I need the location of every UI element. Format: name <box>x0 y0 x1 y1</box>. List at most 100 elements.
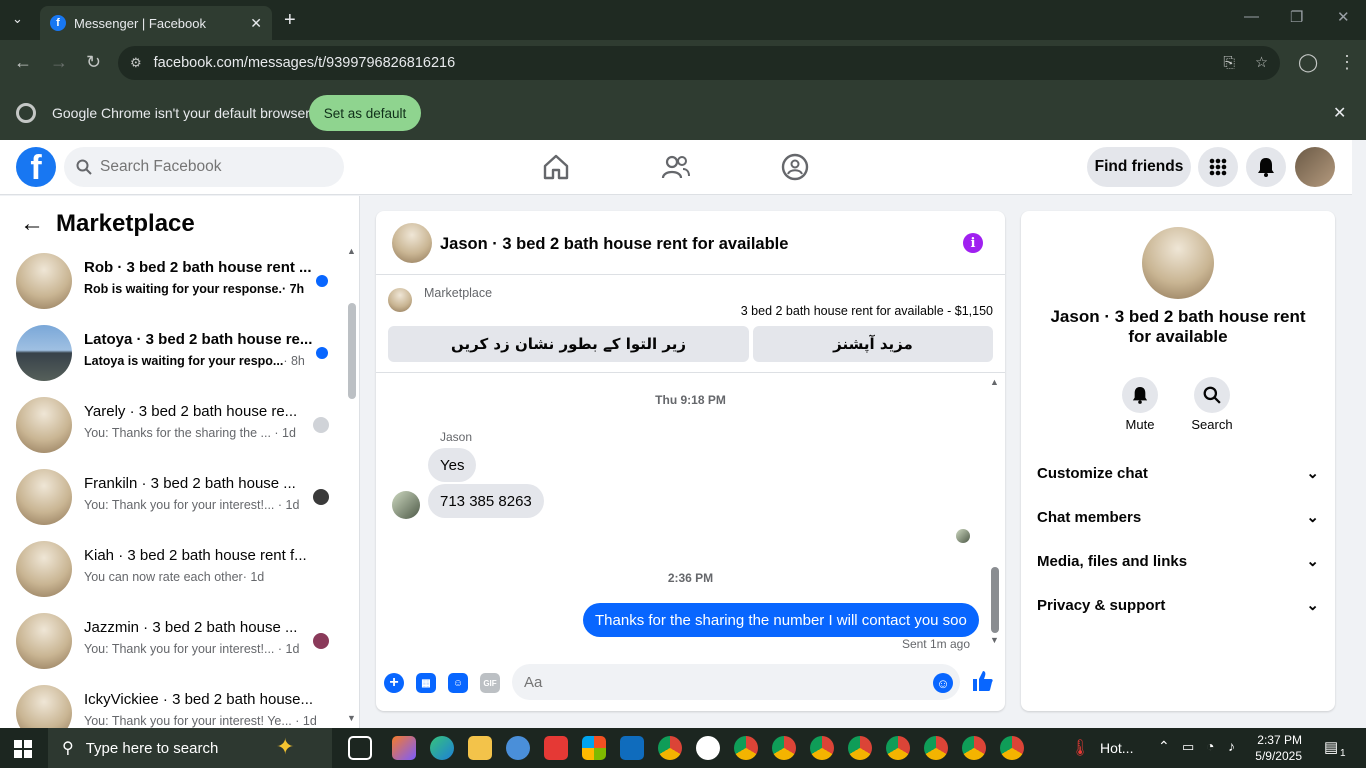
chrome-icon[interactable] <box>886 736 910 760</box>
back-icon[interactable]: ← <box>14 52 32 73</box>
contact-avatar[interactable] <box>1142 227 1214 299</box>
whatsapp-icon[interactable] <box>696 736 720 760</box>
sender-avatar[interactable] <box>392 491 420 519</box>
store-icon[interactable] <box>582 736 606 760</box>
privacy-support-row[interactable]: Privacy & support ⌄ <box>1037 591 1319 619</box>
network-icon[interactable]: ▭ <box>1182 739 1194 755</box>
conversation-item[interactable]: Latoya · 3 bed 2 bath house re... Latoya… <box>0 317 345 389</box>
chat-title[interactable]: Jason · 3 bed 2 bath house rent for avai… <box>440 235 788 254</box>
menu-grid-button[interactable] <box>1198 147 1238 187</box>
tab-search-icon[interactable]: ⌄ <box>12 11 23 27</box>
file-explorer-icon[interactable] <box>468 736 492 760</box>
home-icon[interactable] <box>541 152 571 182</box>
conversation-name: Kiah · 3 bed 2 bath house rent f... <box>84 547 307 564</box>
copilot-icon[interactable] <box>392 736 416 760</box>
chrome-icon[interactable] <box>962 736 986 760</box>
back-arrow-icon[interactable]: ← <box>20 210 44 238</box>
wifi-icon[interactable]: ◔ <box>1206 738 1214 754</box>
restore-icon[interactable]: ❐ <box>1290 8 1303 26</box>
groups-icon[interactable] <box>780 152 810 182</box>
app-icon[interactable] <box>506 736 530 760</box>
chat-avatar[interactable] <box>392 223 432 263</box>
customize-chat-row[interactable]: Customize chat ⌄ <box>1037 459 1319 487</box>
conversation-name: Latoya · 3 bed 2 bath house re... <box>84 331 313 348</box>
edge-icon[interactable] <box>430 736 454 760</box>
page-scrollbar[interactable] <box>1352 140 1366 728</box>
chrome-icon[interactable] <box>772 736 796 760</box>
scroll-down-icon[interactable]: ▼ <box>347 713 356 723</box>
address-bar-row: ⚙ facebook.com/messages/t/93997968268162… <box>0 40 1366 86</box>
incoming-message[interactable]: 713 385 8263 <box>428 484 544 518</box>
incoming-message[interactable]: Yes <box>428 448 477 482</box>
mark-pending-button[interactable]: زیر التوا کے بطور نشان زد کریں <box>388 326 749 362</box>
facebook-logo-icon[interactable]: f <box>16 147 56 187</box>
find-friends-button[interactable]: Find friends <box>1087 147 1191 187</box>
site-info-icon[interactable]: ⚙ <box>130 55 142 71</box>
window-close-icon[interactable]: ✕ <box>1337 8 1350 26</box>
conversation-list-scrollbar[interactable] <box>348 303 356 399</box>
tab-close-icon[interactable]: ✕ <box>250 15 262 32</box>
chrome-icon[interactable] <box>848 736 872 760</box>
install-app-icon[interactable]: ⎘ <box>1223 55 1235 71</box>
thread-scroll-down-icon[interactable]: ▼ <box>990 635 999 645</box>
chat-members-row[interactable]: Chat members ⌄ <box>1037 503 1319 531</box>
plus-icon[interactable]: + <box>384 673 404 693</box>
outlook-icon[interactable] <box>620 736 644 760</box>
scroll-up-icon[interactable]: ▲ <box>347 246 356 256</box>
browser-tab[interactable]: f Messenger | Facebook ✕ <box>40 6 272 40</box>
listing-title-price[interactable]: 3 bed 2 bath house rent for available - … <box>741 304 993 318</box>
facebook-search-input[interactable] <box>100 158 320 176</box>
new-tab-icon[interactable]: + <box>284 9 296 32</box>
conversation-item[interactable]: Kiah · 3 bed 2 bath house rent f... You … <box>0 533 345 605</box>
mute-button[interactable] <box>1122 377 1158 413</box>
bookmark-star-icon[interactable]: ☆ <box>1255 55 1268 71</box>
windows-start-icon[interactable] <box>14 740 32 758</box>
photo-icon[interactable]: ▦ <box>416 673 436 693</box>
emoji-icon[interactable]: ☺ <box>933 673 953 693</box>
reload-icon[interactable]: ↻ <box>86 52 101 73</box>
conversation-item[interactable]: Rob · 3 bed 2 bath house rent ... Rob is… <box>0 245 345 317</box>
conversation-item[interactable]: Jazzmin · 3 bed 2 bath house ... You: Th… <box>0 605 345 677</box>
gif-icon[interactable]: GIF <box>480 673 500 693</box>
chrome-icon[interactable] <box>1000 736 1024 760</box>
like-thumbs-up-icon[interactable] <box>972 670 994 692</box>
notifications-button[interactable] <box>1246 147 1286 187</box>
listing-thumbnail[interactable] <box>388 288 412 312</box>
message-input[interactable] <box>512 664 960 700</box>
thread-scrollbar[interactable] <box>991 567 999 633</box>
anydesk-icon[interactable] <box>544 736 568 760</box>
chrome-icon[interactable] <box>658 736 682 760</box>
profile-avatar[interactable] <box>1295 147 1335 187</box>
taskbar-search[interactable]: ⚲ Type here to search ✦ <box>48 728 332 768</box>
profile-icon[interactable]: ◯ <box>1298 52 1318 73</box>
minimize-icon[interactable]: — <box>1244 8 1259 25</box>
conversation-item[interactable]: Yarely · 3 bed 2 bath house re... You: T… <box>0 389 345 461</box>
sticker-icon[interactable]: ☺ <box>448 673 468 693</box>
more-options-button[interactable]: مزید آپشنز <box>753 326 993 362</box>
omnibox[interactable]: ⚙ facebook.com/messages/t/93997968268162… <box>118 46 1280 80</box>
volume-icon[interactable]: ♪ <box>1228 738 1235 754</box>
conversation-item[interactable]: IckyVickiee · 3 bed 2 bath house... You:… <box>0 677 345 728</box>
media-files-links-row[interactable]: Media, files and links ⌄ <box>1037 547 1319 575</box>
weather-text[interactable]: Hot... <box>1100 740 1133 756</box>
forward-icon[interactable]: → <box>50 52 68 73</box>
search-label: Search <box>1191 417 1233 432</box>
info-icon[interactable]: i <box>963 233 983 253</box>
search-in-chat-button[interactable] <box>1194 377 1230 413</box>
infobar-close-icon[interactable]: ✕ <box>1333 103 1346 123</box>
tray-chevron-icon[interactable]: ⌃ <box>1158 738 1170 755</box>
facebook-search[interactable] <box>64 147 344 187</box>
friends-icon[interactable] <box>661 152 691 182</box>
menu-icon[interactable]: ⋮ <box>1338 52 1356 73</box>
set-as-default-button[interactable]: Set as default <box>309 95 421 131</box>
outgoing-message[interactable]: Thanks for the sharing the number I will… <box>583 603 979 637</box>
notification-center-icon[interactable]: ▤ <box>1324 738 1338 756</box>
task-view-icon[interactable] <box>348 736 372 760</box>
taskbar-clock[interactable]: 2:37 PM 5/9/2025 <box>1252 732 1302 764</box>
chrome-icon[interactable] <box>924 736 948 760</box>
conversation-item[interactable]: Frankiln · 3 bed 2 bath house ... You: T… <box>0 461 345 533</box>
conversation-preview: Rob is waiting for your response.· 7h <box>84 282 305 296</box>
chrome-icon[interactable] <box>810 736 834 760</box>
thread-scroll-up-icon[interactable]: ▲ <box>990 377 999 387</box>
chrome-icon[interactable] <box>734 736 758 760</box>
